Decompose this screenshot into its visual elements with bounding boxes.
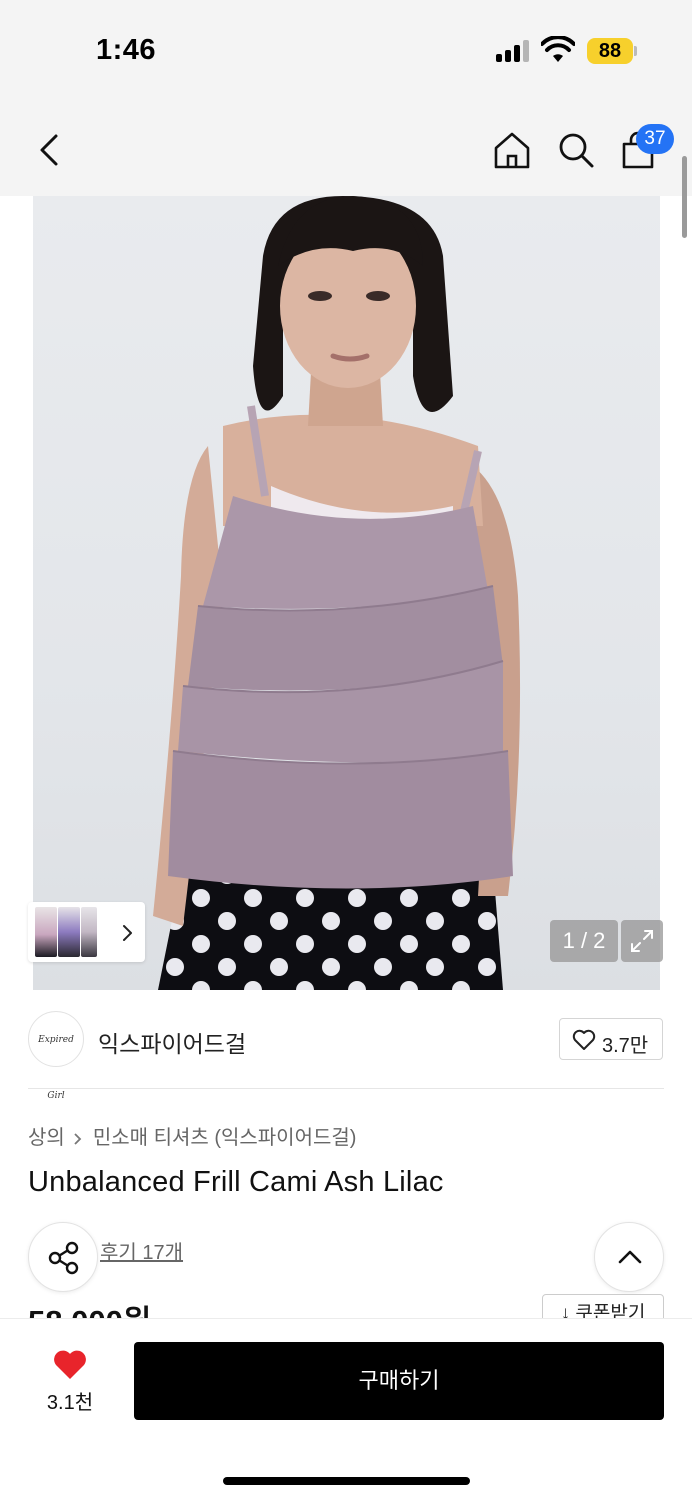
share-button[interactable] (28, 1222, 98, 1292)
top-nav (0, 100, 692, 196)
scroll-indicator (682, 156, 687, 238)
battery-indicator: 88 (587, 38, 633, 64)
bottom-action-bar: 3.1천 구매하기 (0, 1318, 692, 1500)
status-bar: 1:46 88 (0, 0, 692, 100)
wifi-icon (541, 36, 575, 62)
expand-button[interactable] (621, 920, 663, 962)
review-link[interactable]: 후기 17개 (100, 1236, 183, 1265)
product-title: Unbalanced Frill Cami Ash Lilac (28, 1166, 444, 1198)
cart-count-badge: 37 (636, 124, 674, 154)
home-indicator (223, 1477, 470, 1485)
cellular-signal-icon (496, 40, 532, 62)
brand-like-count: 3.7만 (602, 1035, 649, 1057)
product-like-count: 3.1천 (46, 1392, 94, 1414)
image-page-counter: 1 / 2 (550, 920, 618, 962)
brand-row: Expired Girl 익스파이어드걸 3.7만 (28, 1010, 664, 1101)
chevron-right-icon[interactable] (120, 923, 134, 943)
thumbnail-2[interactable] (58, 907, 80, 957)
heart-outline-icon (572, 1029, 596, 1050)
buy-button[interactable]: 구매하기 (134, 1342, 664, 1420)
divider (28, 1088, 664, 1089)
brand-logo[interactable]: Expired Girl (28, 1011, 84, 1101)
chevron-right-icon (74, 1133, 82, 1145)
battery-tip (634, 46, 637, 56)
thumbnail-1[interactable] (35, 907, 57, 957)
brand-like-button[interactable]: 3.7만 (559, 1018, 663, 1060)
breadcrumb-subcategory[interactable]: 민소매 티셔츠 (익스파이어드걸) (93, 1127, 357, 1149)
back-arrow-icon[interactable] (34, 130, 66, 170)
breadcrumb: 상의 민소매 티셔츠 (익스파이어드걸) (28, 1121, 356, 1150)
scroll-to-top-button[interactable] (594, 1222, 664, 1292)
home-icon[interactable] (492, 130, 532, 170)
share-icon (48, 1241, 79, 1275)
brand-name[interactable]: 익스파이어드걸 (98, 1025, 246, 1059)
expand-icon (631, 930, 653, 952)
search-icon[interactable] (556, 130, 596, 170)
chevron-up-icon (618, 1250, 642, 1264)
product-image[interactable] (33, 196, 660, 990)
status-time: 1:46 (96, 34, 157, 66)
heart-filled-icon[interactable] (53, 1349, 87, 1381)
thumbnail-3[interactable] (81, 907, 97, 957)
breadcrumb-category[interactable]: 상의 (28, 1127, 65, 1149)
